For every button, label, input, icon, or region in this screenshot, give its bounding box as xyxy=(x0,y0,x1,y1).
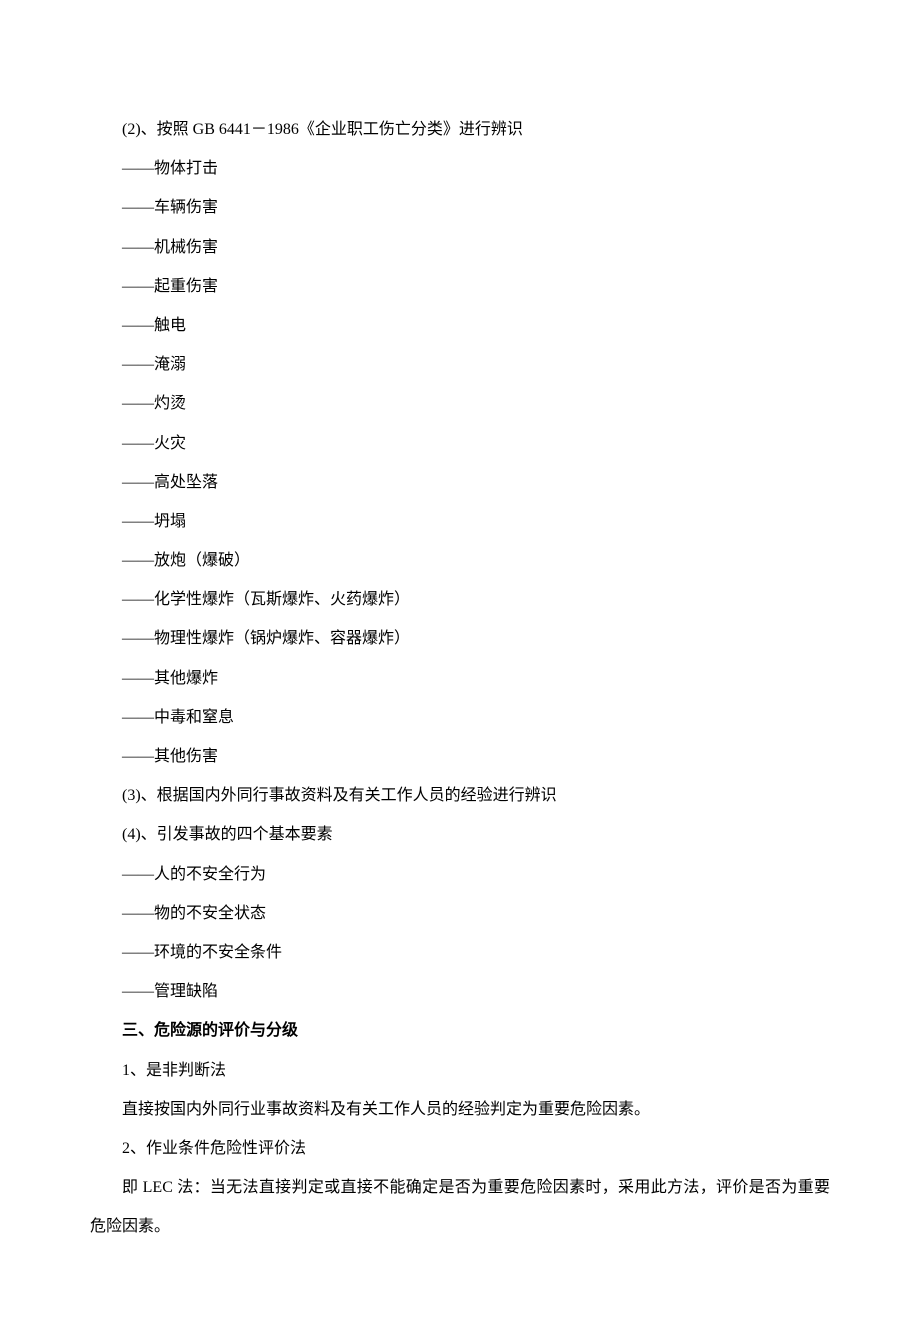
method-2-desc-text: 即 LEC 法：当无法直接判定或直接不能确定是否为重要危险因素时，采用此方法，评… xyxy=(90,1179,830,1235)
hazard-item: ——物理性爆炸（锅炉爆炸、容器爆炸） xyxy=(90,619,830,658)
method-1-title: 1、是非判断法 xyxy=(90,1051,830,1090)
cause-item: ——环境的不安全条件 xyxy=(90,933,830,972)
hazard-item: ——化学性爆炸（瓦斯爆炸、火药爆炸） xyxy=(90,580,830,619)
cause-item: ——人的不安全行为 xyxy=(90,855,830,894)
method-1-desc: 直接按国内外同行业事故资料及有关工作人员的经验判定为重要危险因素。 xyxy=(90,1090,830,1129)
hazard-item: ——灼烫 xyxy=(90,384,830,423)
cause-item: ——物的不安全状态 xyxy=(90,894,830,933)
hazard-item: ——其他伤害 xyxy=(90,737,830,776)
hazard-item: ——机械伤害 xyxy=(90,228,830,267)
hazard-item: ——火灾 xyxy=(90,424,830,463)
hazard-item: ——坍塌 xyxy=(90,502,830,541)
section-heading-3: 三、危险源的评价与分级 xyxy=(90,1011,830,1050)
method-2-desc: 即 LEC 法：当无法直接判定或直接不能确定是否为重要危险因素时，采用此方法，评… xyxy=(90,1168,830,1246)
hazard-item: ——淹溺 xyxy=(90,345,830,384)
hazard-item: ——高处坠落 xyxy=(90,463,830,502)
section-intro-2: (2)、按照 GB 6441－1986《企业职工伤亡分类》进行辨识 xyxy=(90,110,830,149)
section-intro-3: (3)、根据国内外同行事故资料及有关工作人员的经验进行辨识 xyxy=(90,776,830,815)
section-intro-4: (4)、引发事故的四个基本要素 xyxy=(90,815,830,854)
hazard-item: ——车辆伤害 xyxy=(90,188,830,227)
method-2-title: 2、作业条件危险性评价法 xyxy=(90,1129,830,1168)
hazard-item: ——物体打击 xyxy=(90,149,830,188)
hazard-item: ——中毒和窒息 xyxy=(90,698,830,737)
hazard-item: ——放炮（爆破） xyxy=(90,541,830,580)
hazard-item: ——触电 xyxy=(90,306,830,345)
hazard-item: ——其他爆炸 xyxy=(90,659,830,698)
hazard-item: ——起重伤害 xyxy=(90,267,830,306)
cause-item: ——管理缺陷 xyxy=(90,972,830,1011)
